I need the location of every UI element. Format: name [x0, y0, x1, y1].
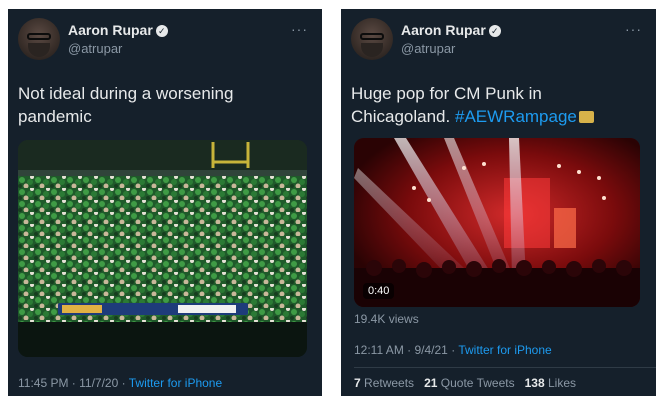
view-count[interactable]: 19.4K views: [354, 312, 419, 326]
tweet-card: Aaron Rupar ✓ @atrupar ··· Not ideal duri…: [8, 9, 322, 396]
author-handle[interactable]: @atrupar: [401, 41, 455, 56]
aew-hashflag-icon: [578, 111, 594, 123]
stats-divider: [354, 367, 656, 368]
more-options-icon[interactable]: ···: [291, 21, 308, 37]
author-name-text: Aaron Rupar: [401, 22, 486, 38]
tweet-photo[interactable]: [18, 140, 307, 357]
verified-badge-icon: ✓: [155, 25, 168, 37]
tweet-timestamp-row: 11:45 PM · 11/7/20 · Twitter for iPhone: [18, 376, 222, 390]
avatar-beard: [361, 43, 383, 57]
stadium-crowd-photo: [18, 140, 307, 357]
video-duration: 0:40: [363, 283, 395, 299]
dot-separator: ·: [121, 376, 129, 390]
author-name[interactable]: Aaron Rupar ✓: [68, 22, 168, 38]
likes-label: Likes: [548, 376, 577, 390]
tweet-stats: 7 Retweets 21 Quote Tweets 138 Likes: [354, 376, 576, 390]
avatar-glasses: [360, 33, 384, 40]
author-handle[interactable]: @atrupar: [68, 41, 122, 56]
tweet-text: Not ideal during a worsening pandemic: [18, 84, 234, 126]
retweets-count: 7: [354, 376, 361, 390]
avatar[interactable]: [351, 18, 393, 60]
author-name[interactable]: Aaron Rupar ✓: [401, 22, 501, 38]
avatar-glasses: [27, 33, 51, 40]
likes-count: 138: [524, 376, 545, 390]
tweet-time[interactable]: 11:45 PM · 11/7/20: [18, 376, 118, 390]
hashtag-link[interactable]: #AEWRampage: [455, 107, 577, 126]
avatar-beard: [28, 43, 50, 57]
tweet-card: Aaron Rupar ✓ @atrupar ··· Huge pop for C…: [341, 9, 656, 396]
tweet-source-link[interactable]: Twitter for iPhone: [129, 376, 222, 390]
tweet-video[interactable]: 0:40: [354, 138, 640, 307]
retweets-stat[interactable]: 7 Retweets: [354, 376, 414, 390]
quote-tweets-label: Quote Tweets: [440, 376, 515, 390]
tweet-time[interactable]: 12:11 AM · 9/4/21: [354, 343, 448, 357]
tweet-source-link[interactable]: Twitter for iPhone: [458, 343, 551, 357]
verified-badge-icon: ✓: [488, 25, 501, 37]
avatar[interactable]: [18, 18, 60, 60]
retweets-label: Retweets: [364, 376, 415, 390]
tweet-text: Huge pop for CM Punk in Chicagoland. #AE…: [351, 82, 641, 128]
more-options-icon[interactable]: ···: [625, 21, 642, 37]
arena-video-frame: [354, 138, 640, 307]
likes-stat[interactable]: 138 Likes: [525, 376, 576, 390]
quote-tweets-count: 21: [424, 376, 438, 390]
quote-tweets-stat[interactable]: 21 Quote Tweets: [424, 376, 515, 390]
author-name-text: Aaron Rupar: [68, 22, 153, 38]
tweet-timestamp-row: 12:11 AM · 9/4/21 · Twitter for iPhone: [354, 343, 552, 357]
